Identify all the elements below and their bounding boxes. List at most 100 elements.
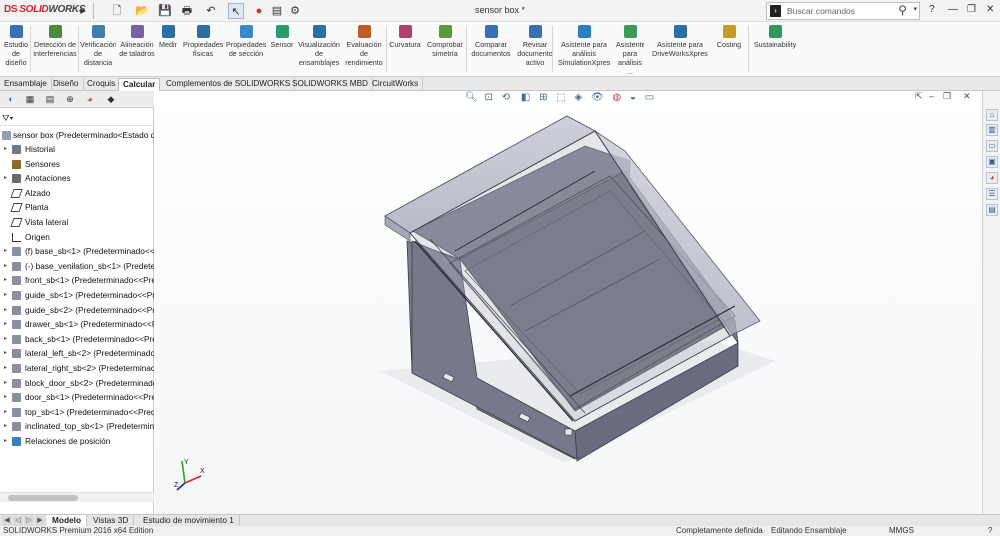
command-tab-circuitworks[interactable]: CircuitWorks	[368, 78, 424, 91]
next-tab-icon[interactable]: ▷	[24, 516, 34, 526]
view-palette-icon[interactable]: ▣	[986, 156, 998, 168]
tree-item[interactable]: Origen	[0, 230, 154, 244]
expand-arrow-icon[interactable]: ▸	[4, 288, 7, 302]
command-tab-dise-o[interactable]: Diseño	[49, 78, 84, 91]
ribbon-button-5[interactable]: Propiedades físicas	[183, 25, 223, 75]
expand-arrow-icon[interactable]: ▸	[4, 346, 7, 360]
file-properties-icon[interactable]: ▤	[271, 3, 283, 19]
ribbon-button-3[interactable]: Alineación de taladros	[119, 25, 155, 75]
prev-tab-icon[interactable]: ◁	[13, 516, 23, 526]
tree-item[interactable]: ▸ drawer_sb<1> (Predeterminado<<Pr	[0, 317, 154, 331]
ribbon-button-17[interactable]: Costing	[712, 25, 746, 75]
configuration-manager-tab-icon[interactable]: ▤	[42, 93, 58, 106]
tree-item[interactable]: ▸ lateral_left_sb<2> (Predeterminado<	[0, 346, 154, 360]
tree-item[interactable]: ▸ Anotaciones	[0, 171, 154, 185]
units-selector[interactable]: MMGS	[889, 526, 914, 536]
tree-item[interactable]: ▸ guide_sb<2> (Predeterminado<<Pre	[0, 303, 154, 317]
dimxpert-tab-icon[interactable]: ⊕	[62, 93, 78, 106]
chevron-down-icon[interactable]: ▾	[913, 5, 917, 13]
save-icon[interactable]: 💾	[158, 3, 172, 19]
search-icon[interactable]: ⚲	[898, 3, 907, 17]
rebuild-icon[interactable]: ●	[254, 3, 264, 19]
expand-arrow-icon[interactable]: ▸	[4, 273, 7, 287]
tree-item[interactable]: ▸ Historial	[0, 142, 154, 156]
open-document-icon[interactable]: 📂	[133, 3, 151, 19]
help-button[interactable]: ?	[929, 4, 935, 15]
expand-arrow-icon[interactable]: ▸	[4, 434, 7, 448]
ribbon-button-10[interactable]: Curvatura	[389, 25, 421, 75]
close-icon[interactable]: ✕	[986, 4, 994, 15]
custom-properties-icon[interactable]: ☰	[986, 188, 998, 200]
ribbon-button-16[interactable]: Asistente para DriveWorksXpress	[652, 25, 708, 75]
ribbon-button-2[interactable]: Verificación de distancia	[80, 25, 116, 75]
graphics-area[interactable]: 🔍︎ ⊡ ⟲ ◧ ⊞ ⬚ ◈ 👁︎ ◍ ◒ ▭ ⇱ – ❐ ✕ X Y Z	[155, 91, 981, 514]
tree-item[interactable]: ▸ (-) base_venilation_sb<1> (Predetermin	[0, 259, 154, 273]
tree-item[interactable]: Alzado	[0, 186, 154, 200]
status-help-button[interactable]: ?	[988, 526, 992, 536]
tree-item[interactable]: ▸ (f) base_sb<1> (Predeterminado<<P	[0, 244, 154, 258]
tree-item[interactable]: ▸ back_sb<1> (Predeterminado<<Pred	[0, 332, 154, 346]
expand-arrow-icon[interactable]: ▸	[4, 171, 7, 185]
property-manager-tab-icon[interactable]: ▦	[22, 93, 38, 106]
display-manager-tab-icon[interactable]: ◕	[82, 93, 98, 106]
tree-horizontal-scrollbar[interactable]	[0, 492, 154, 502]
ribbon-button-6[interactable]: Propiedades de sección	[226, 25, 266, 75]
tree-item[interactable]: ▸ Relaciones de posición	[0, 434, 154, 448]
tree-item[interactable]: ▸ door_sb<1> (Predeterminado<<Pred	[0, 390, 154, 404]
tree-item[interactable]: ▸ block_door_sb<2> (Predeterminado<	[0, 376, 154, 390]
options-gear-icon[interactable]: ⚙	[288, 3, 302, 19]
solidworks-logo[interactable]: DS SOLIDWORKS	[4, 4, 86, 15]
command-tab-croquis[interactable]: Croquis	[83, 78, 121, 91]
command-tab-solidworks-mbd[interactable]: SOLIDWORKS MBD	[288, 78, 373, 91]
ribbon-button-1[interactable]: Detección de interferencias	[33, 25, 77, 75]
ribbon-button-0[interactable]: Estudio de diseño	[2, 25, 30, 75]
select-pointer-icon[interactable]: ↖	[228, 3, 244, 19]
expand-arrow-icon[interactable]: ▸	[4, 419, 7, 433]
ribbon-button-7[interactable]: Sensor	[270, 25, 294, 75]
tree-item[interactable]: ▸ lateral_right_sb<2> (Predeterminado	[0, 361, 154, 375]
undo-icon[interactable]: ↶	[203, 3, 219, 19]
ribbon-button-9[interactable]: Evaluación de rendimiento	[345, 25, 383, 75]
tree-item[interactable]: ▸ guide_sb<1> (Predeterminado<<Pre	[0, 288, 154, 302]
sensor-box-3d-model[interactable]	[155, 91, 981, 514]
ribbon-button-12[interactable]: Comparar documentos	[471, 25, 511, 75]
feature-manager-tab-icon[interactable]: ◐	[3, 93, 19, 106]
command-tab-complementos-de-solidworks[interactable]: Complementos de SOLIDWORKS	[162, 78, 296, 91]
expand-arrow-icon[interactable]: ▸	[4, 142, 7, 156]
tree-item[interactable]: Planta	[0, 200, 154, 214]
tree-item[interactable]: ▸ top_sb<1> (Predeterminado<<Prede	[0, 405, 154, 419]
command-tab-calcular[interactable]: Calcular	[118, 78, 161, 91]
expand-arrow-icon[interactable]: ▸	[4, 390, 7, 404]
tree-root-assembly[interactable]: sensor box (Predeterminado<Estado de	[0, 128, 154, 142]
expand-arrow-icon[interactable]: ▸	[4, 303, 7, 317]
ribbon-button-8[interactable]: Visualización de ensamblajes	[296, 25, 342, 75]
expand-arrow-icon[interactable]: ▸	[4, 332, 7, 346]
design-library-icon[interactable]: ▥	[986, 124, 998, 136]
ribbon-button-4[interactable]: Medir	[157, 25, 179, 75]
expand-arrow-icon[interactable]: ▸	[4, 376, 7, 390]
tree-item[interactable]: ▸ front_sb<1> (Predeterminado<<Pred	[0, 273, 154, 287]
appearances-icon[interactable]: ◕	[986, 172, 998, 184]
panel-more-icon[interactable]: ◆	[103, 93, 119, 106]
expand-arrow-icon[interactable]: ▸	[4, 361, 7, 375]
tree-item[interactable]: ▸ inclinated_top_sb<1> (Predetermina	[0, 419, 154, 433]
command-tab-ensamblaje[interactable]: Ensamblaje	[0, 78, 52, 91]
file-explorer-icon[interactable]: ▭	[986, 140, 998, 152]
ribbon-button-11[interactable]: Comprobar simetría	[426, 25, 464, 75]
last-tab-icon[interactable]: ▶	[35, 516, 45, 526]
command-search[interactable]: › Buscar comandos ⚲ ▾	[766, 2, 920, 20]
ribbon-button-18[interactable]: Sustainability	[752, 25, 798, 75]
filter-icon[interactable]: ⛛▾	[2, 113, 13, 124]
tree-item[interactable]: Sensores	[0, 157, 154, 171]
first-tab-icon[interactable]: ◀	[2, 516, 12, 526]
expand-arrow-icon[interactable]: ▸	[4, 317, 7, 331]
minimize-icon[interactable]: —	[948, 4, 958, 15]
home-icon[interactable]: ⌂	[986, 109, 998, 121]
restore-icon[interactable]: ❐	[967, 4, 976, 15]
ribbon-button-13[interactable]: Revisar documento activo	[517, 25, 553, 75]
new-document-icon[interactable]: 🗋	[110, 3, 124, 19]
ribbon-button-14[interactable]: Asistente para análisis SimulationXpress	[558, 25, 610, 75]
expand-arrow-icon[interactable]: ▸	[4, 244, 7, 258]
forum-icon[interactable]: ▤	[986, 204, 998, 216]
tree-item[interactable]: Vista lateral	[0, 215, 154, 229]
